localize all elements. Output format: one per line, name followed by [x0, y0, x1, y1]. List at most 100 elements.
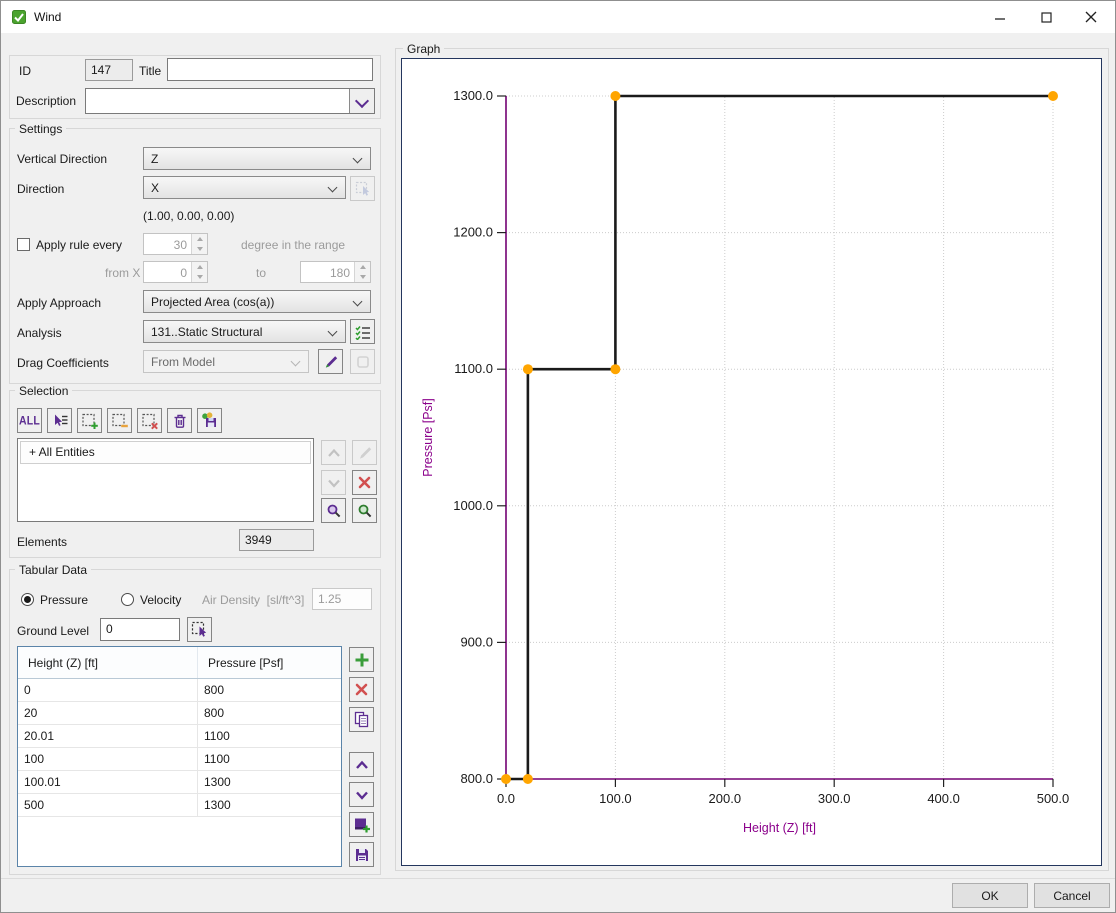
close-icon — [1085, 11, 1097, 23]
import-table-button[interactable] — [349, 812, 374, 837]
table-row[interactable]: 100.011300 — [18, 771, 341, 794]
chart-canvas[interactable]: 800.0900.01000.01100.01200.01300.00.0100… — [402, 59, 1101, 865]
vertical-direction-select[interactable]: Z — [143, 147, 371, 170]
move-row-down-button[interactable] — [349, 782, 374, 807]
apply-rule-checkbox[interactable] — [17, 238, 30, 251]
wind-app-icon — [12, 10, 26, 24]
x-tick-label: 400.0 — [927, 791, 960, 806]
selection-move-up-button — [321, 440, 346, 465]
up-arrow-icon — [360, 265, 366, 269]
import-data-icon — [353, 816, 371, 834]
table-cell[interactable]: 1300 — [198, 794, 341, 816]
zoom-selection-button[interactable] — [321, 498, 346, 523]
pressure-radio[interactable] — [21, 593, 34, 606]
add-to-selection-button[interactable] — [77, 408, 102, 433]
pressure-height-chart[interactable]: 800.0900.01000.01100.01200.01300.00.0100… — [401, 58, 1102, 866]
pick-direction-icon — [355, 181, 371, 197]
pressure-column-header[interactable]: Pressure [Psf] — [198, 647, 341, 678]
table-cell[interactable]: 500 — [18, 794, 198, 816]
table-row[interactable]: 0800 — [18, 679, 341, 702]
direction-vector-text: (1.00, 0.00, 0.00) — [143, 209, 234, 223]
table-header-row: Height (Z) [ft] Pressure [Psf] — [18, 647, 341, 679]
magnifier-purple-icon — [326, 503, 342, 519]
air-density-field: 1.25 — [312, 588, 372, 610]
analysis-select[interactable]: 131..Static Structural — [143, 320, 346, 343]
elements-label: Elements — [17, 535, 67, 549]
table-cell[interactable]: 100.01 — [18, 771, 198, 793]
chevron-down-icon — [326, 476, 342, 490]
maximize-button[interactable] — [1029, 5, 1063, 29]
save-table-button[interactable] — [349, 842, 374, 867]
minimize-button[interactable] — [983, 5, 1017, 29]
y-tick-label: 900.0 — [460, 634, 493, 649]
elements-count-field: 3949 — [239, 529, 314, 551]
select-from-list-button[interactable] — [47, 408, 72, 433]
close-button[interactable] — [1074, 5, 1108, 29]
direction-select[interactable]: X — [143, 176, 346, 199]
delete-row-button[interactable] — [349, 677, 374, 702]
apply-approach-value: Projected Area (cos(a)) — [151, 295, 274, 309]
x-tick-label: 200.0 — [709, 791, 742, 806]
data-point — [501, 774, 511, 784]
table-row[interactable]: 20800 — [18, 702, 341, 725]
height-column-header[interactable]: Height (Z) [ft] — [18, 647, 198, 678]
add-row-button[interactable] — [349, 647, 374, 672]
selection-remove-button[interactable] — [352, 470, 377, 495]
description-dropdown-button[interactable] — [349, 89, 374, 113]
drag-coefficients-label: Drag Coefficients — [17, 356, 109, 370]
direction-value: X — [151, 181, 159, 195]
delete-selection-button[interactable] — [167, 408, 192, 433]
down-arrow-icon — [360, 275, 366, 279]
remove-from-selection-button[interactable] — [107, 408, 132, 433]
apply-approach-select[interactable]: Projected Area (cos(a)) — [143, 290, 371, 313]
ground-level-field[interactable]: 0 — [100, 618, 180, 641]
wind-dialog: Wind ID 147 Title Description Settings V… — [0, 0, 1116, 913]
cancel-button[interactable]: Cancel — [1034, 883, 1110, 908]
pick-point-icon — [191, 621, 208, 638]
table-row[interactable]: 20.011100 — [18, 725, 341, 748]
ok-button[interactable]: OK — [952, 883, 1028, 908]
table-cell[interactable]: 800 — [198, 702, 341, 724]
spinner-buttons — [354, 262, 370, 282]
table-cell[interactable]: 20.01 — [18, 725, 198, 747]
zoom-fit-button[interactable] — [352, 498, 377, 523]
x-tick-label: 0.0 — [497, 791, 515, 806]
pressure-table[interactable]: Height (Z) [ft] Pressure [Psf] 080020800… — [17, 646, 342, 867]
select-all-button[interactable]: ALL — [17, 408, 42, 433]
table-cell[interactable]: 1100 — [198, 748, 341, 770]
selection-listbox[interactable]: + All Entities — [17, 438, 314, 522]
table-cell[interactable]: 20 — [18, 702, 198, 724]
description-combobox[interactable] — [85, 88, 375, 114]
table-cell[interactable]: 1300 — [198, 771, 341, 793]
pressure-radio-label[interactable]: Pressure — [40, 593, 88, 607]
title-field[interactable] — [167, 58, 373, 81]
spin-up-button — [355, 262, 370, 272]
chevron-down-icon — [328, 183, 338, 193]
velocity-radio-label[interactable]: Velocity — [140, 593, 181, 607]
analysis-label: Analysis — [17, 326, 62, 340]
table-cell[interactable]: 800 — [198, 679, 341, 701]
data-point — [1048, 91, 1058, 101]
paste-table-button[interactable] — [349, 707, 374, 732]
chevron-up-icon — [354, 758, 370, 772]
move-row-up-button[interactable] — [349, 752, 374, 777]
edit-drag-coefficients-button[interactable] — [318, 349, 343, 374]
cursor-list-icon — [52, 413, 68, 429]
ground-level-pick-button[interactable] — [187, 617, 212, 642]
table-cell[interactable]: 0 — [18, 679, 198, 701]
chevron-up-icon — [326, 446, 342, 460]
list-item[interactable]: + All Entities — [20, 441, 311, 464]
clear-selection-button[interactable] — [137, 408, 162, 433]
table-row[interactable]: 1001100 — [18, 748, 341, 771]
velocity-radio[interactable] — [121, 593, 134, 606]
table-cell[interactable]: 100 — [18, 748, 198, 770]
chevron-down-icon — [355, 94, 369, 108]
analysis-list-button[interactable] — [350, 319, 375, 344]
save-selection-button[interactable] — [197, 408, 222, 433]
table-row[interactable]: 5001300 — [18, 794, 341, 817]
floppy-save-icon — [354, 847, 370, 863]
table-cell[interactable]: 1100 — [198, 725, 341, 747]
red-x-icon — [354, 682, 369, 697]
chevron-down-icon — [353, 297, 363, 307]
titlebar: Wind — [1, 1, 1115, 33]
